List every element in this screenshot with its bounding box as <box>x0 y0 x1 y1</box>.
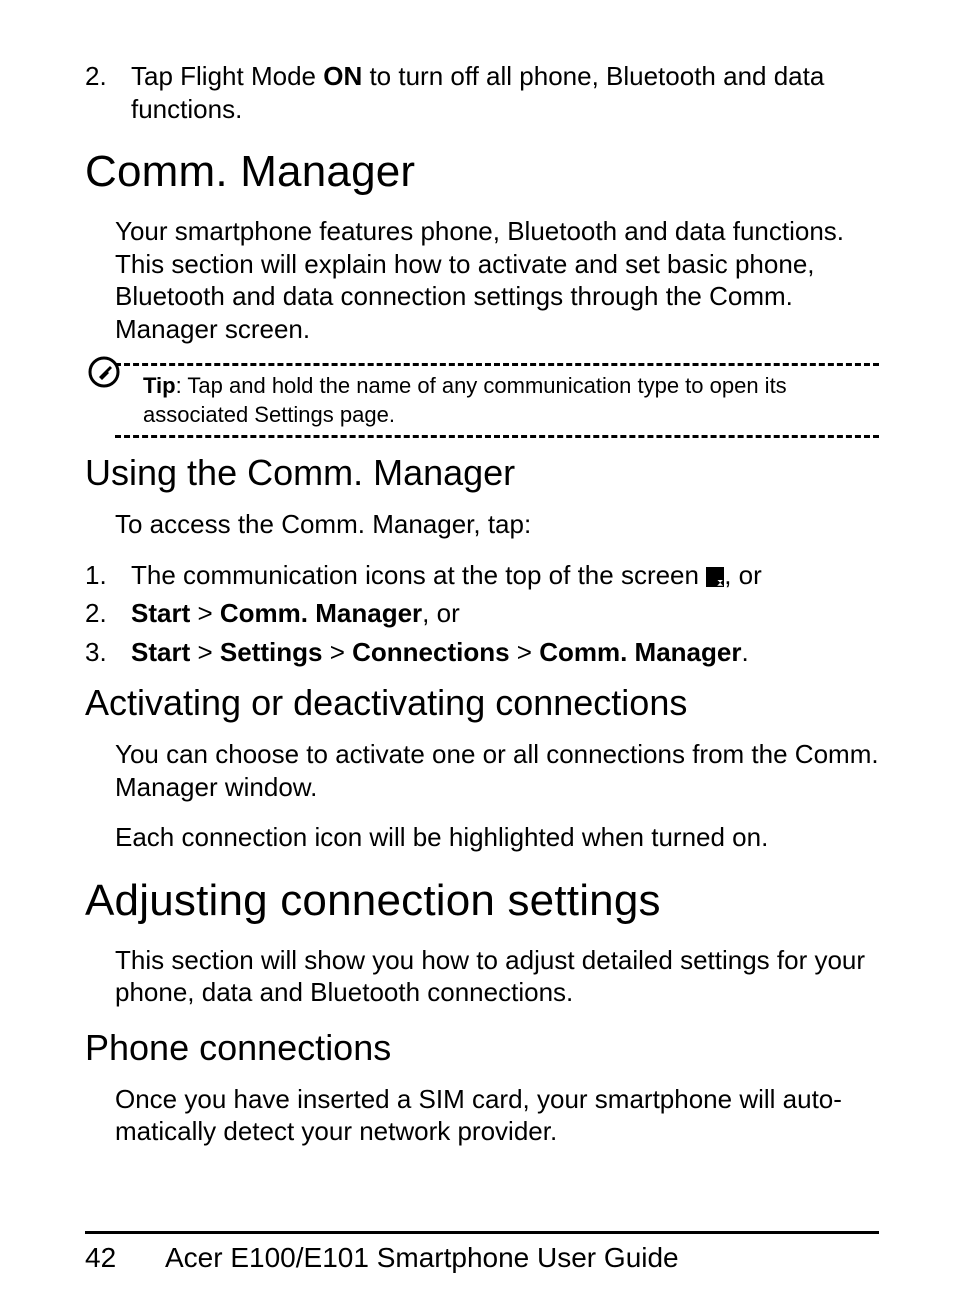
page-number: 42 <box>85 1242 135 1274</box>
flight-mode-on: ON <box>323 61 362 91</box>
tip-text: Tip: Tap and hold the name of any commun… <box>143 372 879 429</box>
sep: > <box>190 637 220 667</box>
activate-p2: Each connection icon will be highlighted… <box>115 821 879 854</box>
footer-rule <box>85 1231 879 1234</box>
heading-using-comm-manager: Using the Comm. Manager <box>85 452 879 494</box>
path-comm-manager: Comm. Manager <box>220 598 422 628</box>
heading-adjusting-settings: Adjusting connection settings <box>85 876 879 926</box>
activate-p1: You can choose to activate one or all co… <box>115 738 879 803</box>
text: . <box>741 637 748 667</box>
step-2: 2. Tap Flight Mode ON to turn off all ph… <box>85 60 879 125</box>
step-body: Start > Comm. Manager, or <box>131 597 879 630</box>
step-body: Tap Flight Mode ON to turn off all phone… <box>131 60 879 125</box>
path-start: Start <box>131 637 190 667</box>
footer-title: Acer E100/E101 Smartphone User Guide <box>165 1242 679 1274</box>
phone-p: Once you have inserted a SIM card, your … <box>115 1083 879 1148</box>
page: 2. Tap Flight Mode ON to turn off all ph… <box>0 0 954 1316</box>
path-connections: Connections <box>352 637 509 667</box>
path-start: Start <box>131 598 190 628</box>
page-footer: 42 Acer E100/E101 Smartphone User Guide <box>85 1231 879 1274</box>
access-step-1: 1. The communication icons at the top of… <box>85 559 879 592</box>
heading-comm-manager: Comm. Manager <box>85 147 879 197</box>
step-number: 3. <box>85 636 131 669</box>
comm-manager-intro: Your smartphone features phone, Bluetoot… <box>115 215 879 345</box>
tip-rule-bottom <box>115 435 879 438</box>
tip-rule-top <box>115 363 879 366</box>
step-body: Start > Settings > Connections > Comm. M… <box>131 636 879 669</box>
sep: > <box>510 637 540 667</box>
tip-label: Tip <box>143 373 176 398</box>
step-number: 1. <box>85 559 131 592</box>
text: The communication icons at the top of th… <box>131 560 706 590</box>
heading-phone-connections: Phone connections <box>85 1027 879 1069</box>
tip-box: Tip: Tap and hold the name of any commun… <box>115 363 879 438</box>
sep: > <box>190 598 220 628</box>
access-intro: To access the Comm. Manager, tap: <box>115 508 879 541</box>
adjust-p: This section will show you how to adjust… <box>115 944 879 1009</box>
text: , or <box>724 560 762 590</box>
step-number: 2. <box>85 597 131 630</box>
step-number: 2. <box>85 60 131 125</box>
pin-icon <box>87 355 121 389</box>
signal-icon <box>706 567 724 587</box>
tip-body: : Tap and hold the name of any communica… <box>143 373 787 427</box>
text: , or <box>422 598 460 628</box>
step-text-pre: Tap Flight Mode <box>131 61 323 91</box>
step-body: The communication icons at the top of th… <box>131 559 879 592</box>
footer-line: 42 Acer E100/E101 Smartphone User Guide <box>85 1242 879 1274</box>
path-comm-manager: Comm. Manager <box>539 637 741 667</box>
access-step-3: 3. Start > Settings > Connections > Comm… <box>85 636 879 669</box>
sep: > <box>322 637 352 667</box>
access-step-2: 2. Start > Comm. Manager, or <box>85 597 879 630</box>
path-settings: Settings <box>220 637 323 667</box>
heading-activating-connections: Activating or deactivating connections <box>85 682 879 724</box>
